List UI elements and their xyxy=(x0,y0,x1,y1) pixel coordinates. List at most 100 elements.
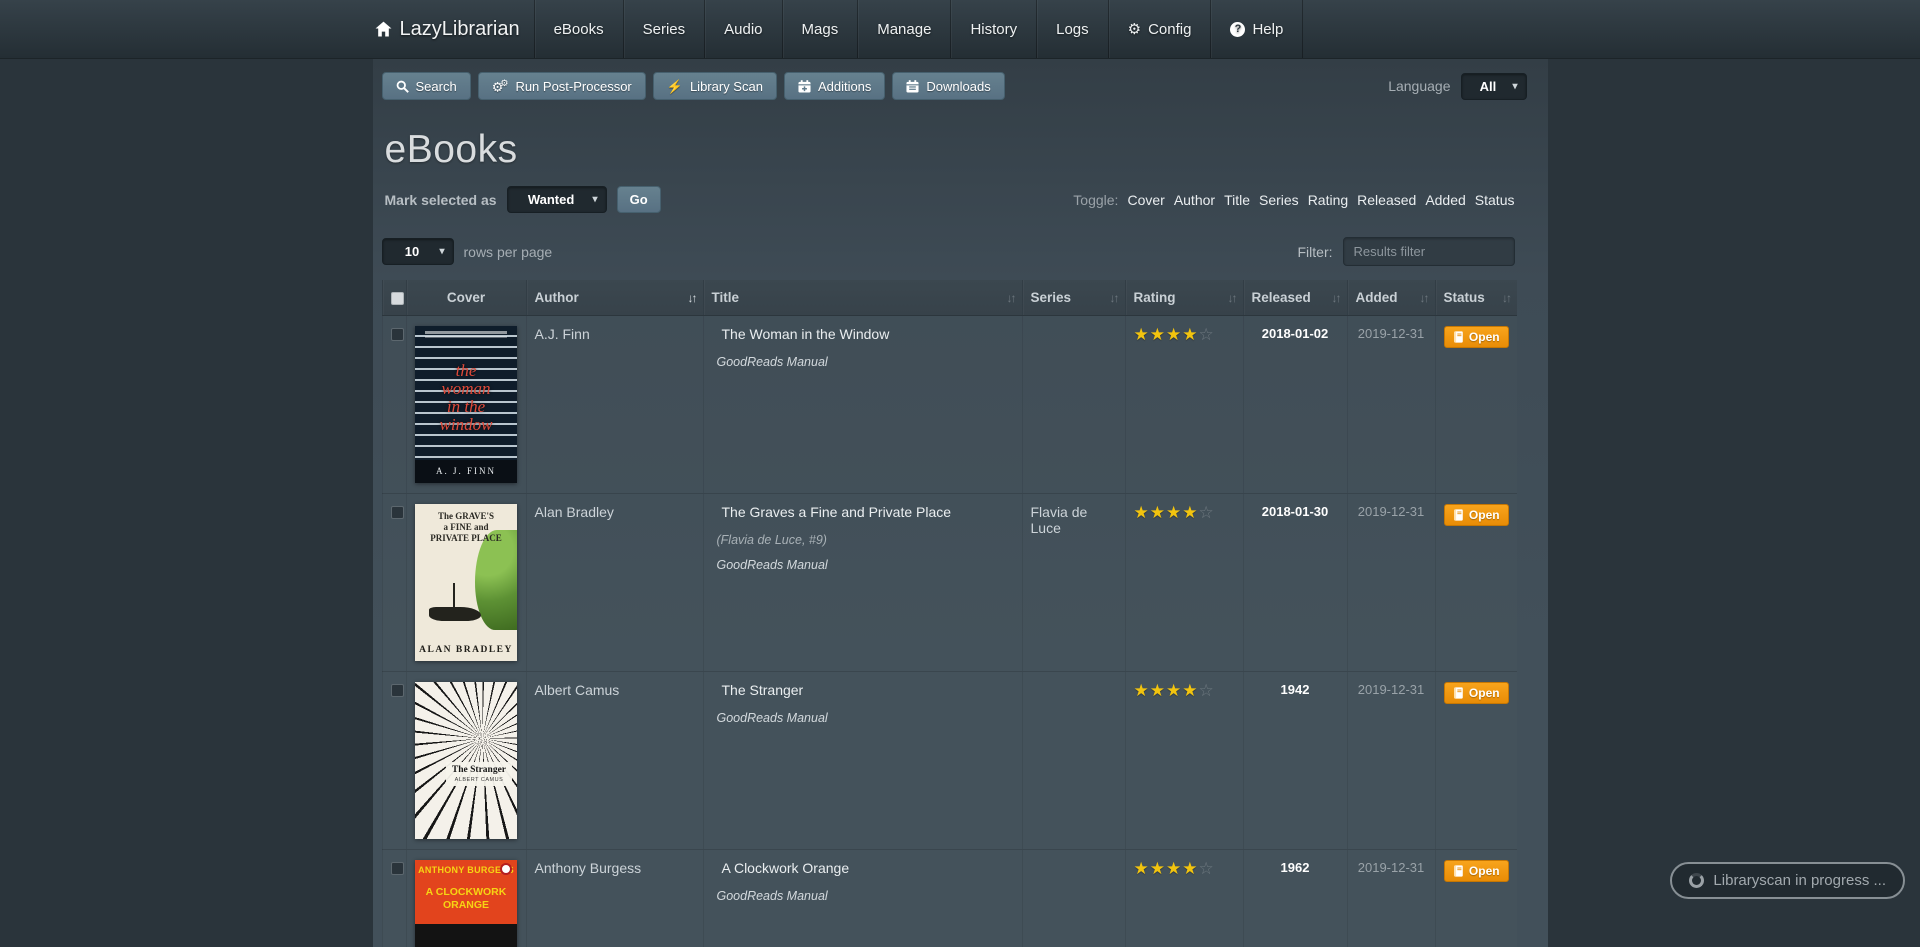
header-cover: Cover xyxy=(406,280,526,316)
language-select[interactable]: All ▾ xyxy=(1461,73,1527,100)
cover-author-text: A. J. FINN xyxy=(415,460,517,483)
row-checkbox[interactable] xyxy=(391,862,404,875)
downloads-button[interactable]: Downloads xyxy=(892,72,1004,100)
star-rating: ★★★★☆ xyxy=(1134,859,1215,878)
open-button[interactable]: Open xyxy=(1444,682,1509,704)
filter-group: Filter: xyxy=(1298,237,1515,266)
row-checkbox[interactable] xyxy=(391,684,404,697)
filter-input[interactable] xyxy=(1343,237,1515,266)
header-status[interactable]: Status↓↑ xyxy=(1435,280,1517,316)
additions-button[interactable]: Additions xyxy=(784,72,885,100)
nav-item-mags[interactable]: Mags xyxy=(782,0,858,58)
cover-decoration xyxy=(475,530,517,630)
sort-icon: ↓↑ xyxy=(1228,291,1236,305)
caret-down-icon: ▾ xyxy=(439,246,444,257)
nav-item-audio[interactable]: Audio xyxy=(704,0,781,58)
book-title-link[interactable]: The Woman in the Window xyxy=(712,326,890,342)
rating-cell: ★★★★☆ xyxy=(1125,850,1243,947)
sort-icon: ↓↑ xyxy=(1110,291,1118,305)
nav-item-manage[interactable]: Manage xyxy=(857,0,950,58)
run-post-processor-button[interactable]: ⚙⚙ Run Post-Processor xyxy=(478,72,646,100)
nav-label: History xyxy=(970,21,1017,38)
rows-per-page-select[interactable]: 10 ▾ xyxy=(382,238,454,265)
book-title-link[interactable]: A Clockwork Orange xyxy=(712,860,850,876)
nav-label: Series xyxy=(643,21,686,38)
header-title[interactable]: Title↓↑ xyxy=(703,280,1022,316)
header-author[interactable]: Author↓↑ xyxy=(526,280,703,316)
book-cover-the-stranger[interactable]: The Stranger ALBERT CAMUS xyxy=(415,682,517,839)
header-added[interactable]: Added↓↑ xyxy=(1347,280,1435,316)
open-button[interactable]: Open xyxy=(1444,326,1509,348)
search-button[interactable]: Search xyxy=(382,72,471,100)
toggle-title-link[interactable]: Title xyxy=(1224,192,1250,208)
book-cover-woman-in-the-window[interactable]: thewoman in thewindow A. J. FINN xyxy=(415,326,517,483)
toggle-status-link[interactable]: Status xyxy=(1475,192,1515,208)
cover-title-text: The GRAVE'Sa FINE andPRIVATE PLACE xyxy=(415,511,517,544)
brand-label: LazyLibrarian xyxy=(400,18,520,41)
main-panel: Search ⚙⚙ Run Post-Processor ⚡ Library S… xyxy=(373,59,1548,947)
open-button[interactable]: Open xyxy=(1444,504,1509,526)
gears-icon: ⚙⚙ xyxy=(492,79,509,93)
row-select-cell xyxy=(382,316,406,494)
mark-status-select[interactable]: Wanted ▾ xyxy=(507,186,607,213)
nav-label: Help xyxy=(1252,21,1283,38)
row-checkbox[interactable] xyxy=(391,506,404,519)
header-series-label: Series xyxy=(1031,290,1072,305)
status-cell: Open xyxy=(1435,494,1517,672)
toggle-released-link[interactable]: Released xyxy=(1357,192,1416,208)
sort-icon: ↓↑ xyxy=(1502,291,1510,305)
book-icon xyxy=(1453,865,1464,877)
book-title-link[interactable]: The Graves a Fine and Private Place xyxy=(712,504,952,520)
nav-label: Config xyxy=(1148,21,1191,38)
nav-item-ebooks[interactable]: eBooks xyxy=(534,0,623,58)
cover-decoration xyxy=(500,863,512,875)
nav-label: Audio xyxy=(724,21,762,38)
row-checkbox[interactable] xyxy=(391,328,404,341)
title-cell: A Clockwork Orange GoodReads Manual xyxy=(703,850,1022,947)
nav-item-logs[interactable]: Logs xyxy=(1036,0,1108,58)
header-series[interactable]: Series ↓↑ xyxy=(1022,280,1125,316)
toggle-rating-link[interactable]: Rating xyxy=(1308,192,1348,208)
status-cell: Open xyxy=(1435,316,1517,494)
cover-author-text: ALAN BRADLEY xyxy=(415,644,517,656)
series-note: (Flavia de Luce, #9) xyxy=(712,533,1014,547)
table-controls-row: 10 ▾ rows per page Filter: xyxy=(382,237,1515,266)
nav-item-history[interactable]: History xyxy=(950,0,1036,58)
nav-item-series[interactable]: Series xyxy=(623,0,705,58)
toggle-cover-link[interactable]: Cover xyxy=(1127,192,1164,208)
header-released[interactable]: Released↓↑ xyxy=(1243,280,1347,316)
mark-selected-label: Mark selected as xyxy=(385,192,497,208)
series-cell: Flavia de Luce xyxy=(1022,494,1125,672)
toggle-series-link[interactable]: Series xyxy=(1259,192,1299,208)
nav-label: Mags xyxy=(802,21,839,38)
run-post-processor-label: Run Post-Processor xyxy=(515,79,631,94)
book-cover-graves-fine-private-place[interactable]: The GRAVE'Sa FINE andPRIVATE PLACE ALAN … xyxy=(415,504,517,661)
book-title-link[interactable]: The Stranger xyxy=(712,682,804,698)
star-empty-icon: ☆ xyxy=(1198,859,1214,878)
nav-item-config[interactable]: ⚙ Config xyxy=(1108,0,1211,58)
source-note: GoodReads Manual xyxy=(712,558,1014,572)
book-icon xyxy=(1453,509,1464,521)
star-empty-icon: ☆ xyxy=(1198,325,1214,344)
open-button-label: Open xyxy=(1469,508,1500,522)
select-all-checkbox[interactable] xyxy=(391,292,404,305)
table-row: ANTHONY BURGESS A CLOCKWORKORANGE Anthon… xyxy=(382,850,1517,947)
source-note: GoodReads Manual xyxy=(712,711,1014,725)
book-cover-clockwork-orange[interactable]: ANTHONY BURGESS A CLOCKWORKORANGE xyxy=(415,860,517,947)
rows-per-page-group: 10 ▾ rows per page xyxy=(382,238,553,265)
go-button[interactable]: Go xyxy=(617,186,661,213)
released-cell: 2018-01-02 xyxy=(1243,316,1347,494)
cover-decoration xyxy=(425,331,507,334)
action-toolbar: Search ⚙⚙ Run Post-Processor ⚡ Library S… xyxy=(382,72,1539,100)
toggle-author-link[interactable]: Author xyxy=(1174,192,1215,208)
toolbar-buttons: Search ⚙⚙ Run Post-Processor ⚡ Library S… xyxy=(382,72,1005,100)
released-cell: 2018-01-30 xyxy=(1243,494,1347,672)
library-scan-button[interactable]: ⚡ Library Scan xyxy=(653,72,777,100)
table-header-row: Cover Author↓↑ Title↓↑ Series ↓↑ Rating↓↑… xyxy=(382,280,1517,316)
toggle-added-link[interactable]: Added xyxy=(1425,192,1465,208)
open-button[interactable]: Open xyxy=(1444,860,1509,882)
nav-item-help[interactable]: ? Help xyxy=(1210,0,1303,58)
search-button-label: Search xyxy=(416,79,457,94)
brand-home-link[interactable]: LazyLibrarian xyxy=(373,0,534,58)
header-rating[interactable]: Rating↓↑ xyxy=(1125,280,1243,316)
